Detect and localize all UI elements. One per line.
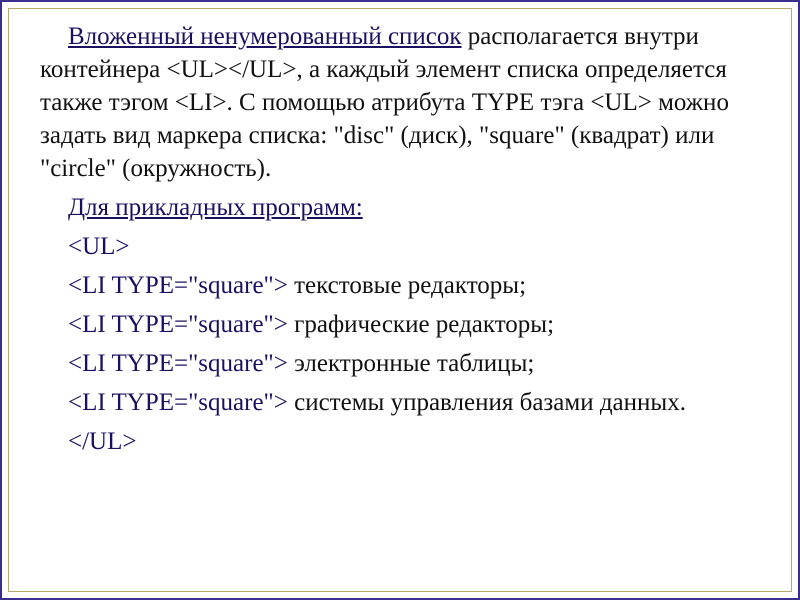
code-ul-open: <UL> [40, 230, 768, 263]
intro-title: Вложенный ненумерованный список [68, 23, 462, 50]
code-ul-close: </UL> [40, 425, 768, 458]
li3-tag: <LI TYPE="square"> [68, 350, 288, 377]
code-li-2: <LI TYPE="square"> графические редакторы… [40, 308, 768, 341]
li4-tag: <LI TYPE="square"> [68, 389, 288, 416]
code-li-3: <LI TYPE="square"> электронные таблицы; [40, 347, 768, 380]
paragraph-subtitle: Для прикладных программ: [40, 191, 768, 224]
li2-tag: <LI TYPE="square"> [68, 311, 288, 338]
slide-frame: Вложенный ненумерованный список располаг… [0, 0, 800, 600]
li3-text: электронные таблицы; [288, 350, 534, 377]
code-li-4: <LI TYPE="square"> системы управления ба… [40, 386, 768, 419]
subtitle-text: Для прикладных программ: [68, 194, 363, 221]
li1-text: текстовые редакторы; [288, 272, 526, 299]
code-li-1: <LI TYPE="square"> текстовые редакторы; [40, 269, 768, 302]
li4-text: системы управления базами данных. [288, 389, 686, 416]
li1-tag: <LI TYPE="square"> [68, 272, 288, 299]
paragraph-intro: Вложенный ненумерованный список располаг… [40, 20, 768, 185]
li2-text: графические редакторы; [288, 311, 554, 338]
